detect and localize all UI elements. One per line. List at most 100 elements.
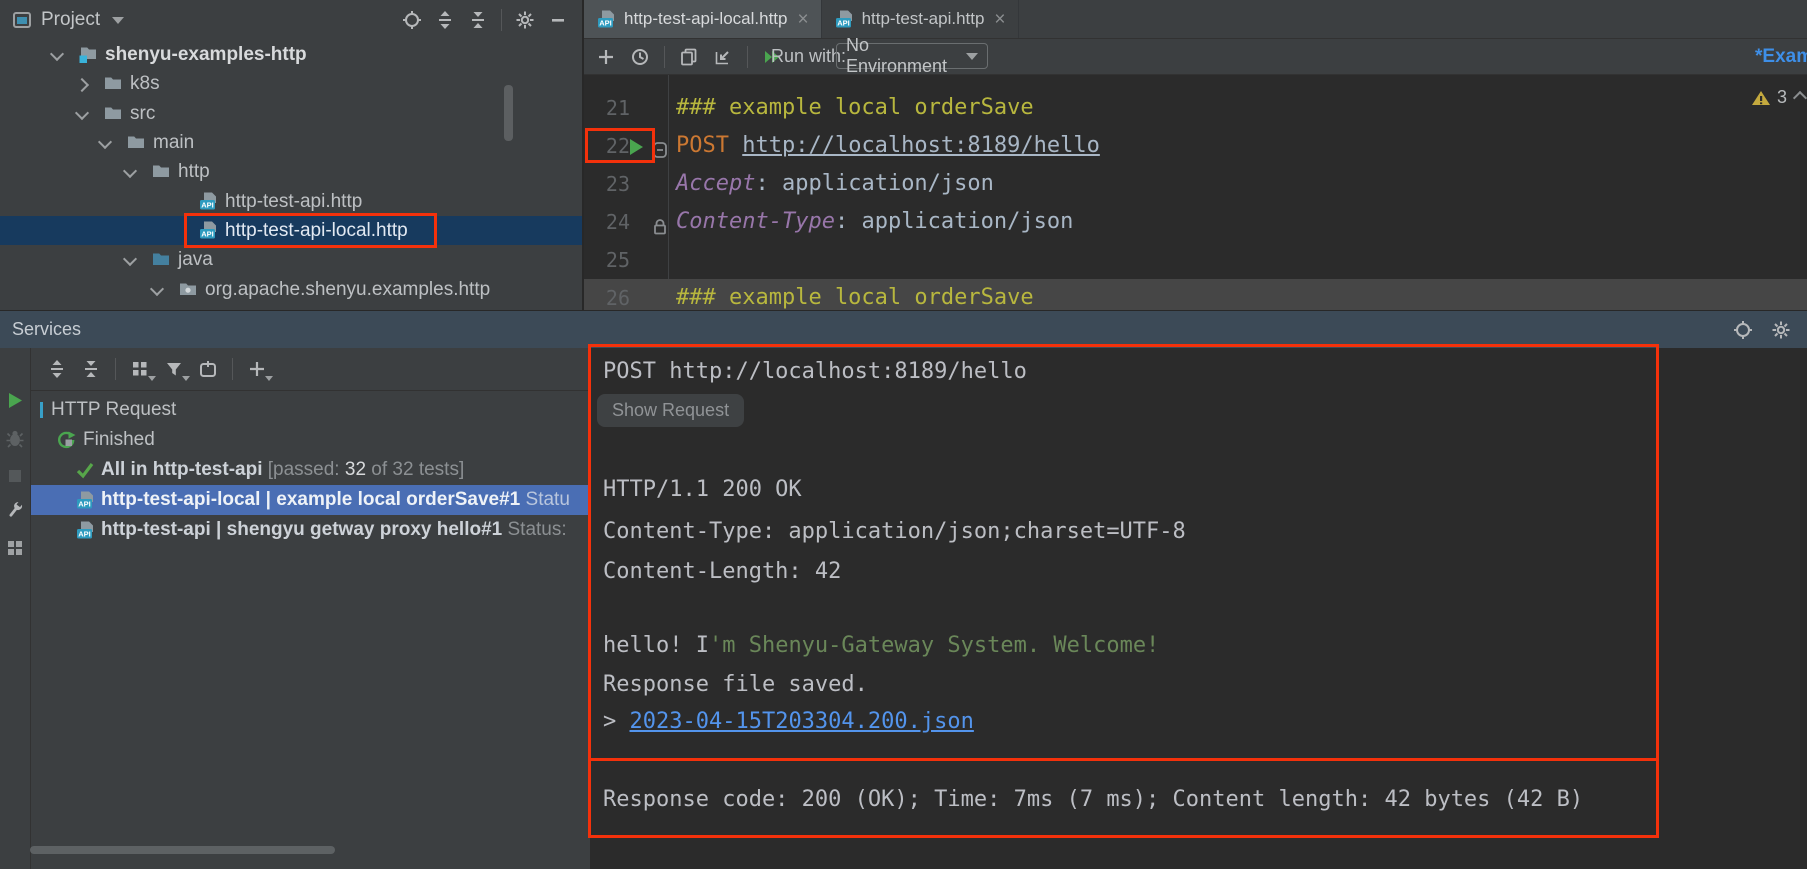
chevron-down-icon[interactable]: [123, 164, 137, 178]
run-with-label: Run with:: [771, 39, 846, 74]
line-number: 23: [592, 165, 630, 203]
response-saved-line: Response file saved.: [603, 666, 868, 704]
suite-passed-suffix: of 32 tests]: [366, 459, 464, 480]
ide-window: Project shenyu-examples-httpk8ssrcmainht…: [0, 0, 1807, 869]
environment-select[interactable]: No Environment: [836, 43, 988, 69]
history-icon[interactable]: [630, 47, 650, 67]
locate-icon[interactable]: [1733, 320, 1753, 340]
show-request-button[interactable]: Show Request: [597, 394, 744, 427]
add-request-icon[interactable]: [596, 47, 616, 67]
expand-all-icon[interactable]: [435, 10, 455, 30]
copy-icon[interactable]: [679, 47, 699, 67]
chevron-down-icon[interactable]: [98, 135, 112, 149]
code-line-23[interactable]: 23 Accept: application/json: [584, 165, 1807, 203]
project-scrollbar[interactable]: [504, 85, 513, 141]
project-tree-item-http-test-api-http[interactable]: APIhttp-test-api.http: [0, 187, 582, 216]
code-tokens: Accept: application/json: [676, 165, 994, 203]
line-number: 25: [592, 241, 630, 279]
tools-icon[interactable]: [5, 500, 25, 520]
api-file-icon: API: [596, 9, 616, 29]
code-tokens: ### example local orderSave: [676, 89, 1034, 127]
api-file-icon: API: [75, 520, 95, 540]
code-line-21[interactable]: 21 ### example local orderSave: [584, 89, 1807, 127]
code-line-22[interactable]: 22POST http://localhost:8189/hello: [584, 127, 1807, 165]
group-by-icon[interactable]: [130, 359, 150, 379]
chevron-down-icon[interactable]: [150, 282, 164, 296]
rerun-icon: [56, 430, 76, 450]
services-horizontal-scrollbar[interactable]: [30, 846, 335, 854]
expand-all-icon[interactable]: [47, 359, 67, 379]
fold-lock-icon: [650, 212, 670, 232]
project-tree-item-http[interactable]: http: [0, 157, 582, 186]
environment-value: No Environment: [846, 35, 966, 77]
folder-src-icon: [151, 249, 171, 269]
editor-tab-http-test-api-http[interactable]: APIhttp-test-api.http×: [822, 0, 1019, 38]
toolbar-separator: [747, 46, 748, 68]
run-state-label: Finished: [83, 425, 155, 455]
collapse-all-icon[interactable]: [468, 10, 488, 30]
tab-label: http-test-api.http: [862, 9, 985, 29]
services-panel: Services HTTP Request Finished All: [0, 310, 1807, 869]
tab-label: http-test-api-local.http: [624, 9, 787, 29]
editor-code-area[interactable]: 3 21### example local orderSave22POST ht…: [584, 75, 1807, 310]
run-request-icon[interactable]: [630, 139, 643, 155]
chevron-down-icon[interactable]: [112, 17, 124, 24]
chevron-down-icon: [182, 376, 190, 381]
chevron-down-icon[interactable]: [75, 106, 89, 120]
line-number: 26: [592, 279, 630, 310]
services-request-http-test-api-local[interactable]: APIhttp-test-api-local | example local o…: [31, 485, 590, 515]
check-icon: [75, 460, 95, 480]
response-body-line: hello! I'm Shenyu-Gateway System. Welcom…: [603, 627, 1159, 665]
add-service-icon[interactable]: [198, 359, 218, 379]
debug-icon[interactable]: [5, 428, 25, 448]
code-line-26[interactable]: 26### example local orderSave: [584, 279, 1807, 310]
services-toolbar: [31, 348, 590, 391]
project-tree-item-shenyu-examples-http[interactable]: shenyu-examples-http: [0, 40, 582, 69]
project-tree-item-org-apache-shenyu-examples-http[interactable]: org.apache.shenyu.examples.http: [0, 275, 582, 304]
svg-text:API: API: [201, 201, 214, 210]
project-tree-item-java[interactable]: java: [0, 245, 582, 274]
editor-area: APIhttp-test-api-local.http×APIhttp-test…: [584, 0, 1807, 310]
tree-item-label: http: [178, 157, 210, 186]
response-summary-line: Response code: 200 (OK); Time: 7ms (7 ms…: [603, 781, 1583, 819]
services-node-finished[interactable]: Finished: [31, 425, 590, 455]
hide-icon[interactable]: [548, 10, 568, 30]
add-icon[interactable]: [247, 359, 267, 379]
filter-icon[interactable]: [164, 359, 184, 379]
folder-icon: [103, 103, 123, 123]
settings-icon[interactable]: [1771, 320, 1791, 340]
settings-icon[interactable]: [515, 10, 535, 30]
open-log-icon[interactable]: [713, 47, 733, 67]
run-icon[interactable]: [5, 390, 25, 410]
chevron-down-icon[interactable]: [50, 47, 64, 61]
suite-name: All in http-test-api: [101, 459, 262, 480]
project-tree-item-k8s[interactable]: k8s: [0, 69, 582, 98]
chevron-right-icon[interactable]: [75, 78, 89, 92]
layout-icon[interactable]: [5, 538, 25, 558]
services-side-toolbar: [0, 348, 31, 869]
services-node-http-request[interactable]: HTTP Request: [31, 395, 590, 425]
code-line-24[interactable]: 24Content-Type: application/json: [584, 203, 1807, 241]
chevron-down-icon[interactable]: [123, 252, 137, 266]
locate-icon[interactable]: [402, 10, 422, 30]
response-header-line: Content-Type: application/json;charset=U…: [603, 513, 1186, 551]
response-console[interactable]: POST http://localhost:8189/hello Show Re…: [590, 348, 1807, 869]
close-icon[interactable]: ×: [994, 10, 1005, 29]
project-tree-item-src[interactable]: src: [0, 99, 582, 128]
close-icon[interactable]: ×: [797, 10, 808, 29]
project-tree-item-main[interactable]: main: [0, 128, 582, 157]
line-number: 21: [592, 89, 630, 127]
code-line-25[interactable]: 25: [584, 241, 1807, 279]
services-header[interactable]: Services: [0, 311, 1807, 348]
project-tree-item-http-test-api-local-http[interactable]: APIhttp-test-api-local.http: [0, 216, 582, 245]
api-file-icon: API: [198, 191, 218, 211]
response-file-link[interactable]: 2023-04-15T203304.200.json: [630, 709, 974, 734]
services-node-suite[interactable]: All in http-test-api [passed: 32 of 32 t…: [31, 455, 590, 485]
project-panel-title[interactable]: Project: [41, 9, 100, 31]
stop-icon[interactable]: [5, 466, 25, 486]
folder-icon: [151, 161, 171, 181]
collapse-all-icon[interactable]: [81, 359, 101, 379]
editor-tab-http-test-api-local-http[interactable]: API http-test-api-local.http ×: [584, 0, 822, 38]
folder-icon: [126, 132, 146, 152]
services-request-http-test-api[interactable]: APIhttp-test-api | shengyu getway proxy …: [31, 515, 590, 545]
